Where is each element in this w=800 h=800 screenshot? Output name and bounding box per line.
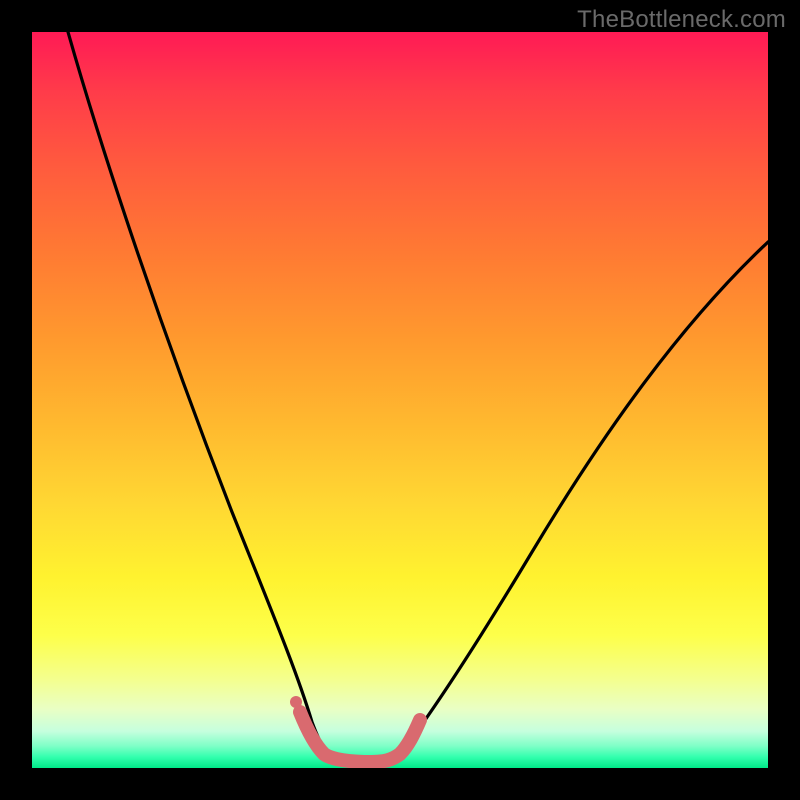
left-curve xyxy=(68,32,326,752)
chart-overlay xyxy=(32,32,768,768)
right-curve xyxy=(402,242,768,752)
watermark-text: TheBottleneck.com xyxy=(577,6,786,34)
chart-frame: TheBottleneck.com xyxy=(0,0,800,800)
plot-area xyxy=(32,32,768,768)
valley-marker-dot xyxy=(290,696,302,708)
valley-marker xyxy=(300,712,420,762)
